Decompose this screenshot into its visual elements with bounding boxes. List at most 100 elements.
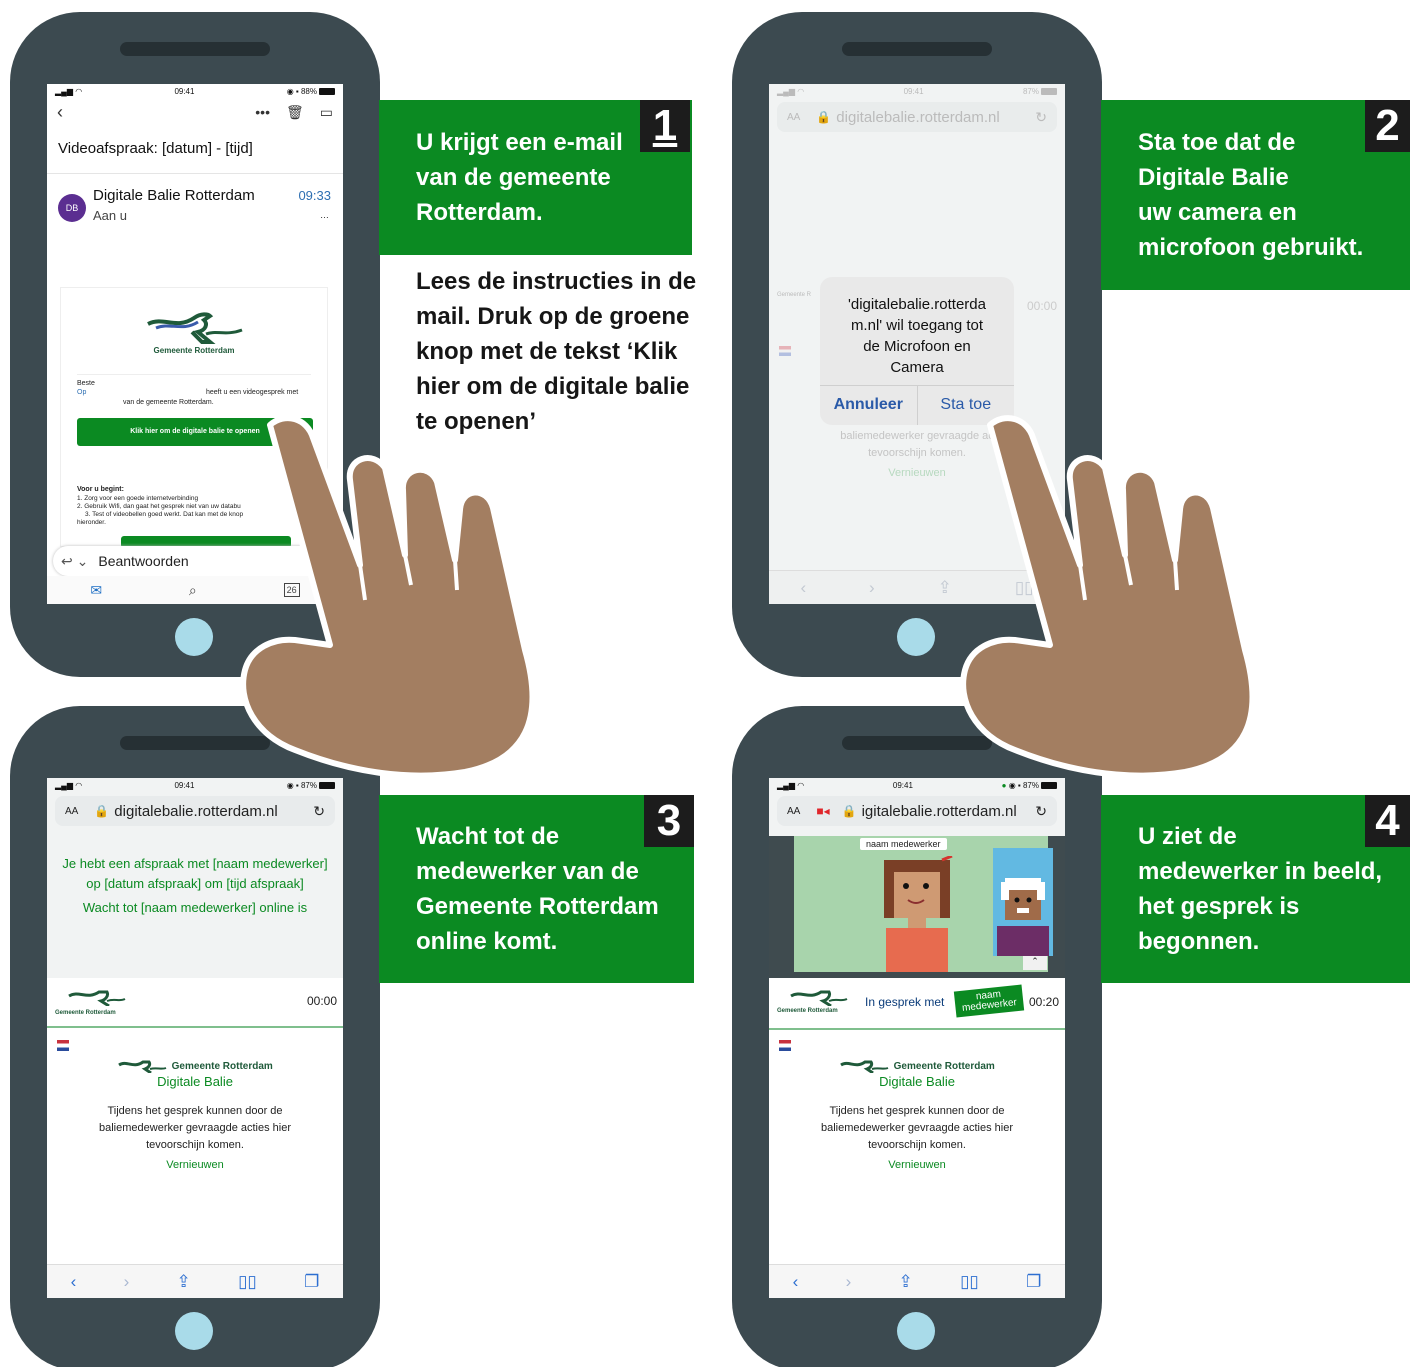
step-4-heading: U ziet de medewerker in beeld, het gespr… bbox=[1138, 819, 1382, 959]
lock-icon: 🔒 bbox=[841, 804, 857, 818]
step-1-heading-line: Rotterdam. bbox=[416, 199, 543, 226]
info-line: tevoorschijn komen. bbox=[868, 1139, 966, 1151]
aa-button[interactable]: AA bbox=[65, 806, 78, 817]
tabs-icon[interactable]: ❐ bbox=[304, 1272, 319, 1292]
home-button[interactable] bbox=[175, 618, 213, 656]
video-area: naam medewerker ⌃ bbox=[769, 836, 1065, 978]
back-icon[interactable]: ‹ bbox=[793, 1272, 799, 1292]
refresh-link[interactable]: Vernieuwen bbox=[47, 1157, 343, 1174]
lock-icon: 🔒 bbox=[816, 110, 832, 124]
mail-icon[interactable]: ✉ bbox=[90, 582, 102, 599]
before-item-2: 2. Gebruik Wifi, dan gaat het gesprek ni… bbox=[77, 503, 241, 510]
bookmarks-icon[interactable]: ▯▯ bbox=[960, 1272, 979, 1292]
collapse-icon[interactable]: ⌃ bbox=[1023, 956, 1047, 970]
share-icon[interactable]: ⇪ bbox=[899, 1272, 913, 1292]
info-text: Tijdens het gesprek kunnen door de balie… bbox=[47, 1103, 343, 1174]
battery-status: ◉ ▪ 87% bbox=[287, 781, 335, 790]
recipient: Aan u bbox=[93, 208, 127, 223]
dimmed-logo: Gemeente R bbox=[777, 292, 811, 298]
op-text: Op bbox=[77, 389, 87, 396]
home-button[interactable] bbox=[897, 1312, 935, 1350]
more-icon[interactable]: ••• bbox=[255, 104, 270, 120]
mail-header: DB Digitale Balie Rotterdam 09:33 Aan u … bbox=[47, 174, 343, 244]
tabs-icon[interactable]: ❐ bbox=[1026, 1272, 1041, 1292]
browser-header: ▂▄▆ ◠ 09:41 ◉ ▪ 87% AA 🔒 digitalebalie.r… bbox=[47, 778, 343, 978]
battery-percent: 88% bbox=[300, 86, 317, 96]
archive-icon[interactable]: ▭ bbox=[320, 104, 333, 121]
dialog-line: 'digitalebalie.rotterda bbox=[848, 296, 986, 313]
waiting-line: op [datum afspraak] om [tijd afspraak] bbox=[86, 876, 304, 891]
battery-status: ● ◉ ▪ 87% bbox=[1002, 781, 1057, 790]
sent-time: 09:33 bbox=[298, 188, 331, 203]
rotterdam-logo-icon bbox=[68, 990, 126, 1006]
forward-icon[interactable]: › bbox=[869, 578, 875, 598]
mail-toolbar: ‹ ••• 🗑 ▭ bbox=[47, 98, 343, 126]
back-icon[interactable]: ‹ bbox=[57, 102, 255, 123]
reload-icon[interactable]: ↻ bbox=[1035, 109, 1047, 126]
back-icon[interactable]: ‹ bbox=[800, 578, 806, 598]
reload-icon[interactable]: ↻ bbox=[1035, 803, 1047, 820]
call-bar: Gemeente Rotterdam 00:00 bbox=[47, 978, 343, 1028]
dimmed-logo-text: Gemeente R bbox=[777, 292, 812, 298]
signal-icon: ▂▄▆ ◠ bbox=[777, 780, 805, 790]
battery-percent: 87% bbox=[1022, 86, 1039, 96]
info-text: Tijdens het gesprek kunnen door de balie… bbox=[769, 1103, 1065, 1174]
aa-button[interactable]: AA bbox=[787, 112, 800, 123]
url-text[interactable]: igitalebalie.rotterdam.nl bbox=[862, 803, 1036, 820]
status-bar: ▂▄▆ ◠ 09:41 ◉ ▪ 88% bbox=[47, 84, 343, 98]
info-line: baliemedewerker gevraagde acties hier bbox=[821, 1122, 1013, 1134]
home-button[interactable] bbox=[897, 618, 935, 656]
info-section: Gemeente Rotterdam Digitale Balie Tijden… bbox=[47, 1056, 343, 1174]
info-line: baliemedewerker gevraagde acties hier bbox=[99, 1122, 291, 1134]
bookmarks-icon[interactable]: ▯▯ bbox=[238, 1272, 257, 1292]
battery-icon bbox=[1041, 781, 1057, 789]
back-icon[interactable]: ‹ bbox=[71, 1272, 77, 1292]
browser-header: ▂▄▆ ◠ 09:41 ● ◉ ▪ 87% AA ■◂ 🔒 igitalebal… bbox=[769, 778, 1065, 836]
app-name: Digitale Balie bbox=[879, 1074, 955, 1089]
address-bar[interactable]: AA ■◂ 🔒 igitalebalie.rotterdam.nl ↻ bbox=[777, 796, 1057, 826]
step-4-heading-line: medewerker in beeld, bbox=[1138, 858, 1383, 885]
clock: 09:41 bbox=[174, 780, 195, 790]
lock-icon: 🔒 bbox=[94, 804, 110, 818]
signal-icon: ▂▄▆ ◠ bbox=[777, 86, 805, 96]
reply-label[interactable]: Beantwoorden bbox=[98, 553, 188, 569]
reload-icon[interactable]: ↻ bbox=[313, 803, 325, 820]
reply-icon[interactable]: ↩ ⌄ bbox=[61, 553, 88, 570]
url-text[interactable]: digitalebalie.rotterdam.nl bbox=[836, 109, 1035, 126]
address-bar[interactable]: AA 🔒 digitalebalie.rotterdam.nl ↻ bbox=[55, 796, 335, 826]
step-2-heading-line: Sta toe dat de bbox=[1138, 129, 1296, 156]
rotterdam-logo-icon bbox=[840, 1060, 889, 1075]
step-2-heading-line: uw camera en bbox=[1138, 199, 1297, 226]
phone-step-3: ▂▄▆ ◠ 09:41 ◉ ▪ 87% AA 🔒 digitalebalie.r… bbox=[10, 706, 380, 1367]
cancel-button[interactable]: Annuleer bbox=[820, 386, 918, 425]
waiting-line: Je hebt een afspraak met [naam medewerke… bbox=[62, 856, 328, 871]
dialog-line: Camera bbox=[890, 359, 944, 376]
org-name: Gemeente Rotterdam bbox=[171, 1061, 273, 1072]
refresh-link[interactable]: Vernieuwen bbox=[769, 1157, 1065, 1174]
share-icon[interactable]: ⇪ bbox=[177, 1272, 191, 1292]
flag-icon bbox=[779, 1040, 791, 1051]
url-text[interactable]: digitalebalie.rotterdam.nl bbox=[114, 803, 313, 820]
rotterdam-logo-icon bbox=[118, 1060, 167, 1075]
pointing-hand-icon bbox=[240, 415, 536, 779]
phone-speaker bbox=[120, 42, 270, 56]
forward-icon[interactable]: › bbox=[846, 1272, 852, 1292]
search-icon[interactable]: ⌕ bbox=[189, 582, 197, 599]
info-logo: Gemeente Rotterdam bbox=[47, 1056, 343, 1075]
step-3-heading: Wacht tot de medewerker van de Gemeente … bbox=[416, 819, 659, 959]
aa-button[interactable]: AA bbox=[787, 806, 800, 817]
address-bar[interactable]: AA 🔒 digitalebalie.rotterdam.nl ↻ bbox=[777, 102, 1057, 132]
forward-icon[interactable]: › bbox=[124, 1272, 130, 1292]
step-3-heading-line: Gemeente Rotterdam bbox=[416, 893, 659, 920]
phone-speaker bbox=[842, 42, 992, 56]
step-3-heading-line: Wacht tot de bbox=[416, 823, 560, 850]
instruction-line: Lees de instructies in de bbox=[416, 268, 697, 295]
info-line: Tijdens het gesprek kunnen door de bbox=[107, 1105, 283, 1117]
body-text-1: heeft u een videogesprek met bbox=[206, 389, 299, 396]
sender-name[interactable]: Digitale Balie Rotterdam bbox=[93, 187, 255, 204]
battery-status: ◉ ▪ 88% bbox=[287, 87, 335, 96]
more-icon[interactable]: … bbox=[320, 210, 329, 220]
home-button[interactable] bbox=[175, 1312, 213, 1350]
step-2-heading: Sta toe dat de Digitale Balie uw camera … bbox=[1138, 125, 1363, 265]
trash-icon[interactable]: 🗑 bbox=[286, 104, 304, 121]
